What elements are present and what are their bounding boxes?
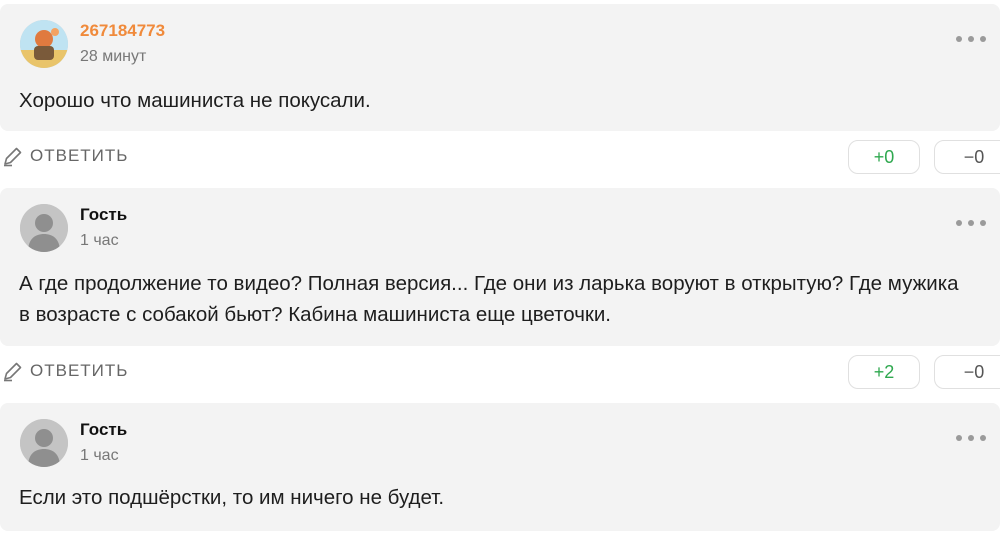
user-avatar[interactable] <box>20 419 68 467</box>
comment-card: 267184773 28 минут Хорошо что машиниста … <box>0 4 1000 131</box>
comment-actions: ОТВЕТИТЬ +0 −0 <box>0 136 1000 176</box>
comment-time: 1 час <box>80 232 119 249</box>
comment-author[interactable]: Гость <box>80 205 127 225</box>
reply-label: ОТВЕТИТЬ <box>30 146 129 165</box>
upvote-button[interactable]: +2 <box>848 355 920 389</box>
comment-author[interactable]: Гость <box>80 420 127 440</box>
user-avatar[interactable] <box>20 20 68 68</box>
more-options-icon[interactable] <box>956 218 986 228</box>
user-illustration-icon <box>20 20 68 68</box>
comment-text: Хорошо что машиниста не покусали. <box>19 89 371 112</box>
pencil-icon <box>4 362 22 382</box>
default-user-icon <box>20 419 68 467</box>
comment-time: 1 час <box>80 447 119 464</box>
more-options-icon[interactable] <box>956 433 986 443</box>
user-avatar[interactable] <box>20 204 68 252</box>
comment-text: Если это подшёрстки, то им ничего не буд… <box>19 486 445 509</box>
upvote-button[interactable]: +0 <box>848 140 920 174</box>
reply-button[interactable]: ОТВЕТИТЬ <box>2 145 128 167</box>
comment-text: А где продолжение то видео? Полная верси… <box>19 272 959 326</box>
reply-label: ОТВЕТИТЬ <box>30 361 129 380</box>
downvote-button[interactable]: −0 <box>934 140 1000 174</box>
more-options-icon[interactable] <box>956 34 986 44</box>
pencil-icon <box>4 147 22 167</box>
comment-actions: ОТВЕТИТЬ +2 −0 <box>0 351 1000 391</box>
comment-time: 28 минут <box>80 48 147 65</box>
reply-button[interactable]: ОТВЕТИТЬ <box>2 360 128 382</box>
comment-card: Гость 1 час А где продолжение то видео? … <box>0 188 1000 346</box>
comment-author[interactable]: 267184773 <box>80 21 165 41</box>
comment-card: Гость 1 час Если это подшёрстки, то им н… <box>0 403 1000 531</box>
downvote-button[interactable]: −0 <box>934 355 1000 389</box>
default-user-icon <box>20 204 68 252</box>
